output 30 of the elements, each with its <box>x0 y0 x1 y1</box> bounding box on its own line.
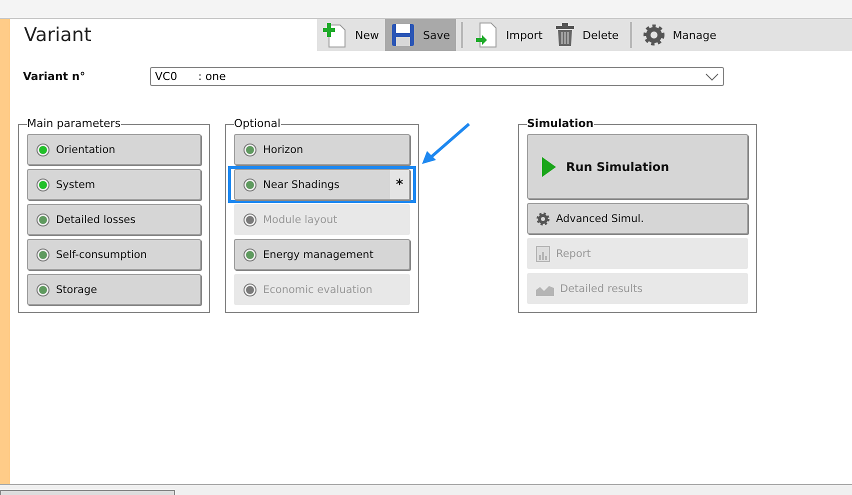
arrow-annotation <box>422 122 472 166</box>
variant-dropdown[interactable]: VC0 : one <box>150 67 724 86</box>
simulation-button[interactable]: Advanced Simul. <box>527 203 748 234</box>
gear-icon <box>536 212 550 226</box>
parameter-button[interactable]: Self-consumption <box>27 239 201 270</box>
import-document-icon <box>474 22 498 48</box>
parameter-button[interactable]: Energy management <box>234 239 410 270</box>
modified-badge: * <box>390 170 409 199</box>
report-icon <box>536 246 550 262</box>
trash-can-icon <box>554 23 575 47</box>
parameter-button[interactable]: Detailed losses <box>27 204 201 235</box>
gear-icon <box>642 24 665 46</box>
page-title: Variant <box>23 23 92 48</box>
chevron-down-icon <box>705 72 719 80</box>
parameter-button[interactable]: Near Shadings * <box>234 169 410 200</box>
toolbar-button[interactable]: Delete <box>548 19 625 51</box>
group-title: Main parameters <box>27 117 121 131</box>
toolbar-button[interactable]: Save <box>385 19 456 51</box>
toolbar-button[interactable]: Manage <box>636 19 722 51</box>
toolbar-button[interactable]: Import <box>468 19 549 51</box>
play-icon <box>542 156 556 176</box>
parameter-button[interactable]: Orientation <box>27 134 201 165</box>
toolbar-button[interactable]: New <box>317 19 385 51</box>
field-label: Variant n° <box>23 70 86 83</box>
group-title: Optional <box>234 117 281 131</box>
parameter-button[interactable]: System <box>27 169 201 200</box>
run-simulation-button[interactable]: Run Simulation <box>527 134 748 199</box>
parameter-button[interactable]: Horizon <box>234 134 410 165</box>
parameter-button[interactable]: Storage <box>27 274 201 305</box>
new-document-icon <box>323 22 347 48</box>
